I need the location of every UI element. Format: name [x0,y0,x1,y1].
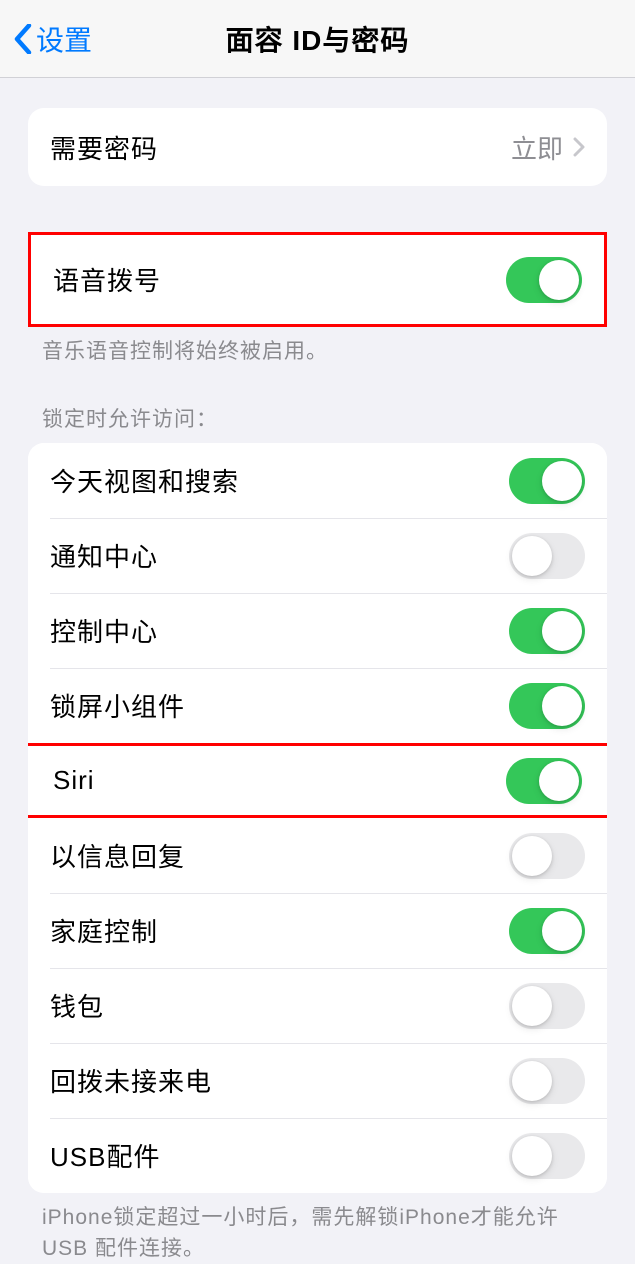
access-row: 以信息回复 [28,818,607,893]
access-row-toggle[interactable] [509,1058,585,1104]
access-row-toggle[interactable] [509,983,585,1029]
access-row-label: USB配件 [50,1137,160,1174]
access-row-toggle[interactable] [509,908,585,954]
access-row-toggle[interactable] [509,608,585,654]
allow-access-footer: iPhone锁定超过一小时后，需先解锁iPhone才能允许USB 配件连接。 [0,1193,635,1264]
access-row-label: Siri [53,765,95,796]
access-row: 控制中心 [28,593,607,668]
page-title: 面容 ID与密码 [226,19,410,59]
allow-access-list: 今天视图和搜索通知中心控制中心锁屏小组件 Siri 以信息回复家庭控制钱包回拨未接来… [28,443,607,1193]
access-row: 家庭控制 [28,893,607,968]
access-row-label: 钱包 [50,987,104,1024]
voice-dial-footer: 音乐语音控制将始终被启用。 [0,327,635,367]
access-row: 回拨未接来电 [28,1043,607,1118]
voice-dial-card: 语音拨号 [28,232,607,327]
navbar: 设置 面容 ID与密码 [0,0,635,78]
access-row-label: 家庭控制 [50,912,158,949]
require-passcode-label: 需要密码 [50,129,158,166]
access-row: 通知中心 [28,518,607,593]
access-row-label: 锁屏小组件 [50,687,185,724]
content: 需要密码 立即 语音拨号 音乐语音控制将始终被启用。 [0,108,635,1264]
access-row: Siri [28,743,607,818]
access-row-label: 通知中心 [50,537,158,574]
require-passcode-value: 立即 [511,129,563,166]
access-row-label: 回拨未接来电 [50,1062,212,1099]
access-row-label: 控制中心 [50,612,158,649]
access-row-toggle[interactable] [509,458,585,504]
access-row-label: 以信息回复 [50,837,185,874]
back-button[interactable]: 设置 [14,19,92,59]
chevron-right-icon [573,137,585,157]
require-passcode-row[interactable]: 需要密码 立即 [28,108,607,186]
access-row-toggle[interactable] [509,833,585,879]
voice-dial-label: 语音拨号 [53,261,161,298]
access-row: 钱包 [28,968,607,1043]
require-passcode-card: 需要密码 立即 [28,108,607,186]
voice-dial-toggle[interactable] [506,257,582,303]
access-row-toggle[interactable] [509,533,585,579]
access-row-toggle[interactable] [509,683,585,729]
access-row-toggle[interactable] [509,1133,585,1179]
chevron-left-icon [14,24,32,54]
access-row: 今天视图和搜索 [28,443,607,518]
access-row-label: 今天视图和搜索 [50,462,239,499]
access-row-toggle[interactable] [506,758,582,804]
back-label: 设置 [36,19,92,59]
access-row: 锁屏小组件 [28,668,607,743]
access-row: USB配件 [28,1118,607,1193]
voice-dial-row: 语音拨号 [31,235,604,324]
allow-access-header: 锁定时允许访问： [0,403,635,443]
